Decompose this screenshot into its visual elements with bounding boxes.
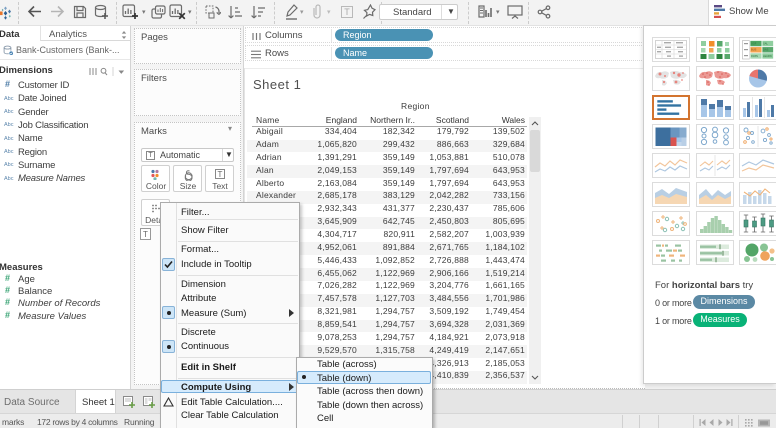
svg-text:FRZN: FRZN [751, 54, 758, 58]
svg-text:LEARN: LEARN [763, 54, 772, 58]
svg-text:DAS: DAS [763, 48, 769, 52]
svg-text:SAL: SAL [763, 42, 768, 46]
svg-text:SGF: SGF [751, 42, 757, 46]
svg-text:BUS: BUS [751, 48, 757, 52]
